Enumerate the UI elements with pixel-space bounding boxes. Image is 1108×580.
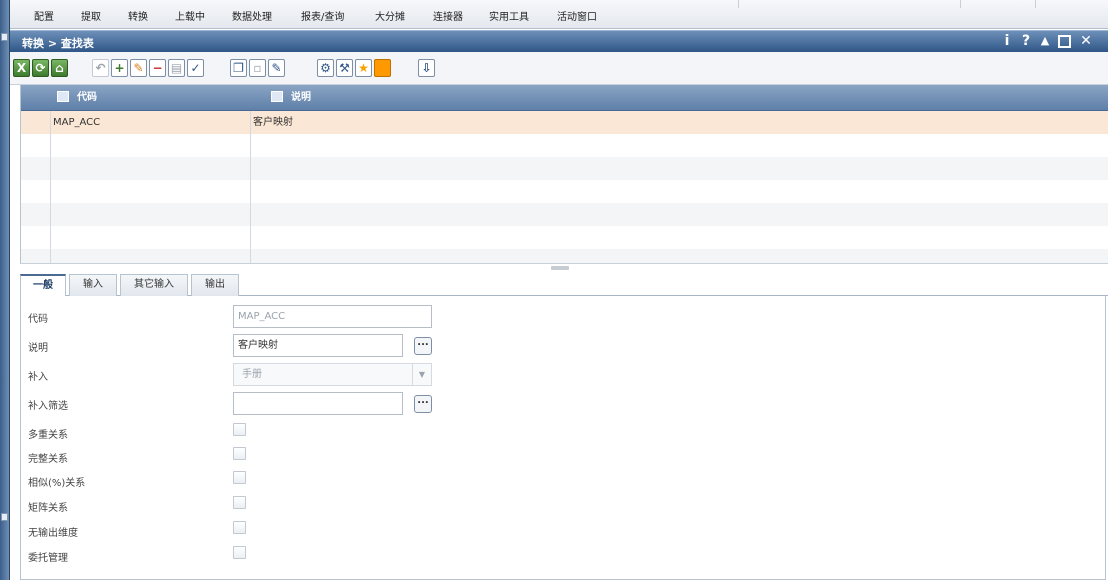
full-relation-checkbox[interactable]	[233, 447, 246, 460]
menu-item-allocation[interactable]: 大分摊	[375, 8, 405, 23]
copy-button[interactable]: ❐	[230, 59, 247, 77]
column-header-description[interactable]: 说明	[271, 85, 311, 111]
supplement-label: 补入	[28, 372, 48, 383]
grid-header: 代码 说明	[21, 85, 1108, 111]
menu-bar: 配置 提取 转换 上载中 数据处理 报表/查询 大分摊 连接器 实用工具 活动窗…	[10, 0, 1108, 29]
column-divider	[50, 111, 51, 263]
menu-item-transform[interactable]: 转换	[128, 8, 148, 23]
chevron-down-icon[interactable]: ▼	[412, 364, 431, 385]
empty-row	[21, 249, 1108, 263]
orange-square-button[interactable]	[374, 59, 391, 77]
empty-row	[21, 134, 1108, 157]
expand-arrow-icon[interactable]	[1, 513, 8, 521]
paste-button[interactable]: ▫	[249, 59, 266, 77]
save-button[interactable]: ▤	[168, 59, 185, 77]
code-field[interactable]: MAP_ACC	[233, 305, 432, 328]
menu-item-report-query[interactable]: 报表/查询	[301, 8, 344, 23]
table-row[interactable]: MAP_ACC 客户映射	[21, 111, 1108, 134]
empty-row	[21, 180, 1108, 203]
empty-row	[21, 226, 1108, 249]
menu-item-config[interactable]: 配置	[34, 8, 54, 23]
menu-divider	[1035, 0, 1036, 8]
search-icon[interactable]	[271, 90, 283, 102]
menu-item-extract[interactable]: 提取	[81, 8, 101, 23]
splitter-handle[interactable]	[551, 266, 569, 270]
edit-button[interactable]: ✎	[130, 59, 147, 77]
detail-tabs: 一般 输入 其它输入 输出	[20, 274, 1108, 297]
menu-item-active-window[interactable]: 活动窗口	[557, 8, 597, 23]
grid-border	[20, 263, 1108, 264]
full-relation-label: 完整关系	[28, 454, 68, 465]
code-label: 代码	[28, 314, 48, 325]
settings-button[interactable]: ⚙	[317, 59, 334, 77]
toolbar: X ⟳ ⌂ ↶ + ✎ − ▤ ✓ ❐ ▫ ✎ ⚙ ⚒ ★ ⇩	[10, 52, 1108, 85]
tab-other-input[interactable]: 其它输入	[120, 274, 188, 296]
multi-relation-label: 多重关系	[28, 430, 68, 441]
home-button[interactable]: ⌂	[51, 59, 68, 77]
menu-divider	[738, 0, 739, 8]
search-icon[interactable]	[57, 90, 69, 102]
column-header-label: 代码	[77, 92, 97, 103]
import-button[interactable]: ⇩	[418, 59, 435, 77]
description-label: 说明	[28, 343, 48, 354]
delete-button[interactable]: −	[149, 59, 166, 77]
empty-row	[21, 157, 1108, 180]
check-button[interactable]: ✓	[187, 59, 204, 77]
empty-row	[21, 203, 1108, 226]
column-divider	[250, 111, 251, 263]
column-header-label: 说明	[291, 92, 311, 103]
cell-description: 客户映射	[253, 117, 293, 128]
window-title-bar: 转换 > 查找表 i ? ▲ ✕	[10, 30, 1108, 52]
multi-relation-checkbox[interactable]	[233, 423, 246, 436]
cell-code: MAP_ACC	[53, 117, 101, 128]
similar-relation-checkbox[interactable]	[233, 471, 246, 484]
delegated-management-checkbox[interactable]	[233, 546, 246, 559]
info-icon[interactable]: i	[999, 32, 1015, 50]
tab-output[interactable]: 输出	[191, 274, 239, 296]
tab-input[interactable]: 输入	[69, 274, 117, 296]
menu-item-connector[interactable]: 连接器	[433, 8, 463, 23]
menu-divider	[960, 0, 961, 8]
window-title: 转换 > 查找表	[22, 37, 94, 50]
refresh-data-button[interactable]: ⟳	[32, 59, 49, 77]
description-lookup-button[interactable]: ...	[414, 337, 432, 355]
left-nav-edge	[0, 0, 10, 580]
grid-body: MAP_ACC 客户映射	[21, 111, 1108, 263]
supplement-filter-field[interactable]	[233, 392, 403, 415]
undo-button[interactable]: ↶	[92, 59, 109, 77]
detail-form: 代码 MAP_ACC 说明 客户映射 ... 补入 手册 ▼ 补入筛选 ... …	[20, 296, 1106, 580]
collapse-arrow-icon[interactable]	[1, 33, 8, 41]
close-icon[interactable]: ✕	[1078, 32, 1094, 50]
matrix-relation-checkbox[interactable]	[233, 496, 246, 509]
collapse-icon[interactable]: ▲	[1037, 32, 1053, 50]
lookup-table-grid: 代码 说明 MAP_ACC 客户映射	[20, 85, 1108, 263]
favorite-button[interactable]: ★	[355, 59, 372, 77]
menu-item-tools[interactable]: 实用工具	[489, 8, 529, 23]
description-field[interactable]: 客户映射	[233, 334, 403, 357]
similar-relation-label: 相似(%)关系	[28, 478, 86, 489]
supplement-select[interactable]: 手册 ▼	[233, 363, 432, 386]
no-output-dimension-label: 无输出维度	[28, 528, 78, 539]
menu-item-upload[interactable]: 上载中	[175, 8, 205, 23]
menu-item-data-processing[interactable]: 数据处理	[232, 8, 272, 23]
delegated-management-label: 委托管理	[28, 553, 68, 564]
matrix-relation-label: 矩阵关系	[28, 503, 68, 514]
supplement-value: 手册	[242, 369, 262, 380]
add-button[interactable]: +	[111, 59, 128, 77]
excel-export-button[interactable]: X	[13, 59, 30, 77]
edit-doc-button[interactable]: ✎	[268, 59, 285, 77]
wrench-button[interactable]: ⚒	[336, 59, 353, 77]
column-header-code[interactable]: 代码	[57, 85, 97, 111]
maximize-icon[interactable]	[1058, 35, 1071, 48]
supplement-filter-lookup-button[interactable]: ...	[414, 395, 432, 413]
help-icon[interactable]: ?	[1018, 32, 1034, 50]
no-output-dimension-checkbox[interactable]	[233, 521, 246, 534]
supplement-filter-label: 补入筛选	[28, 401, 68, 412]
tab-general[interactable]: 一般	[20, 274, 66, 297]
